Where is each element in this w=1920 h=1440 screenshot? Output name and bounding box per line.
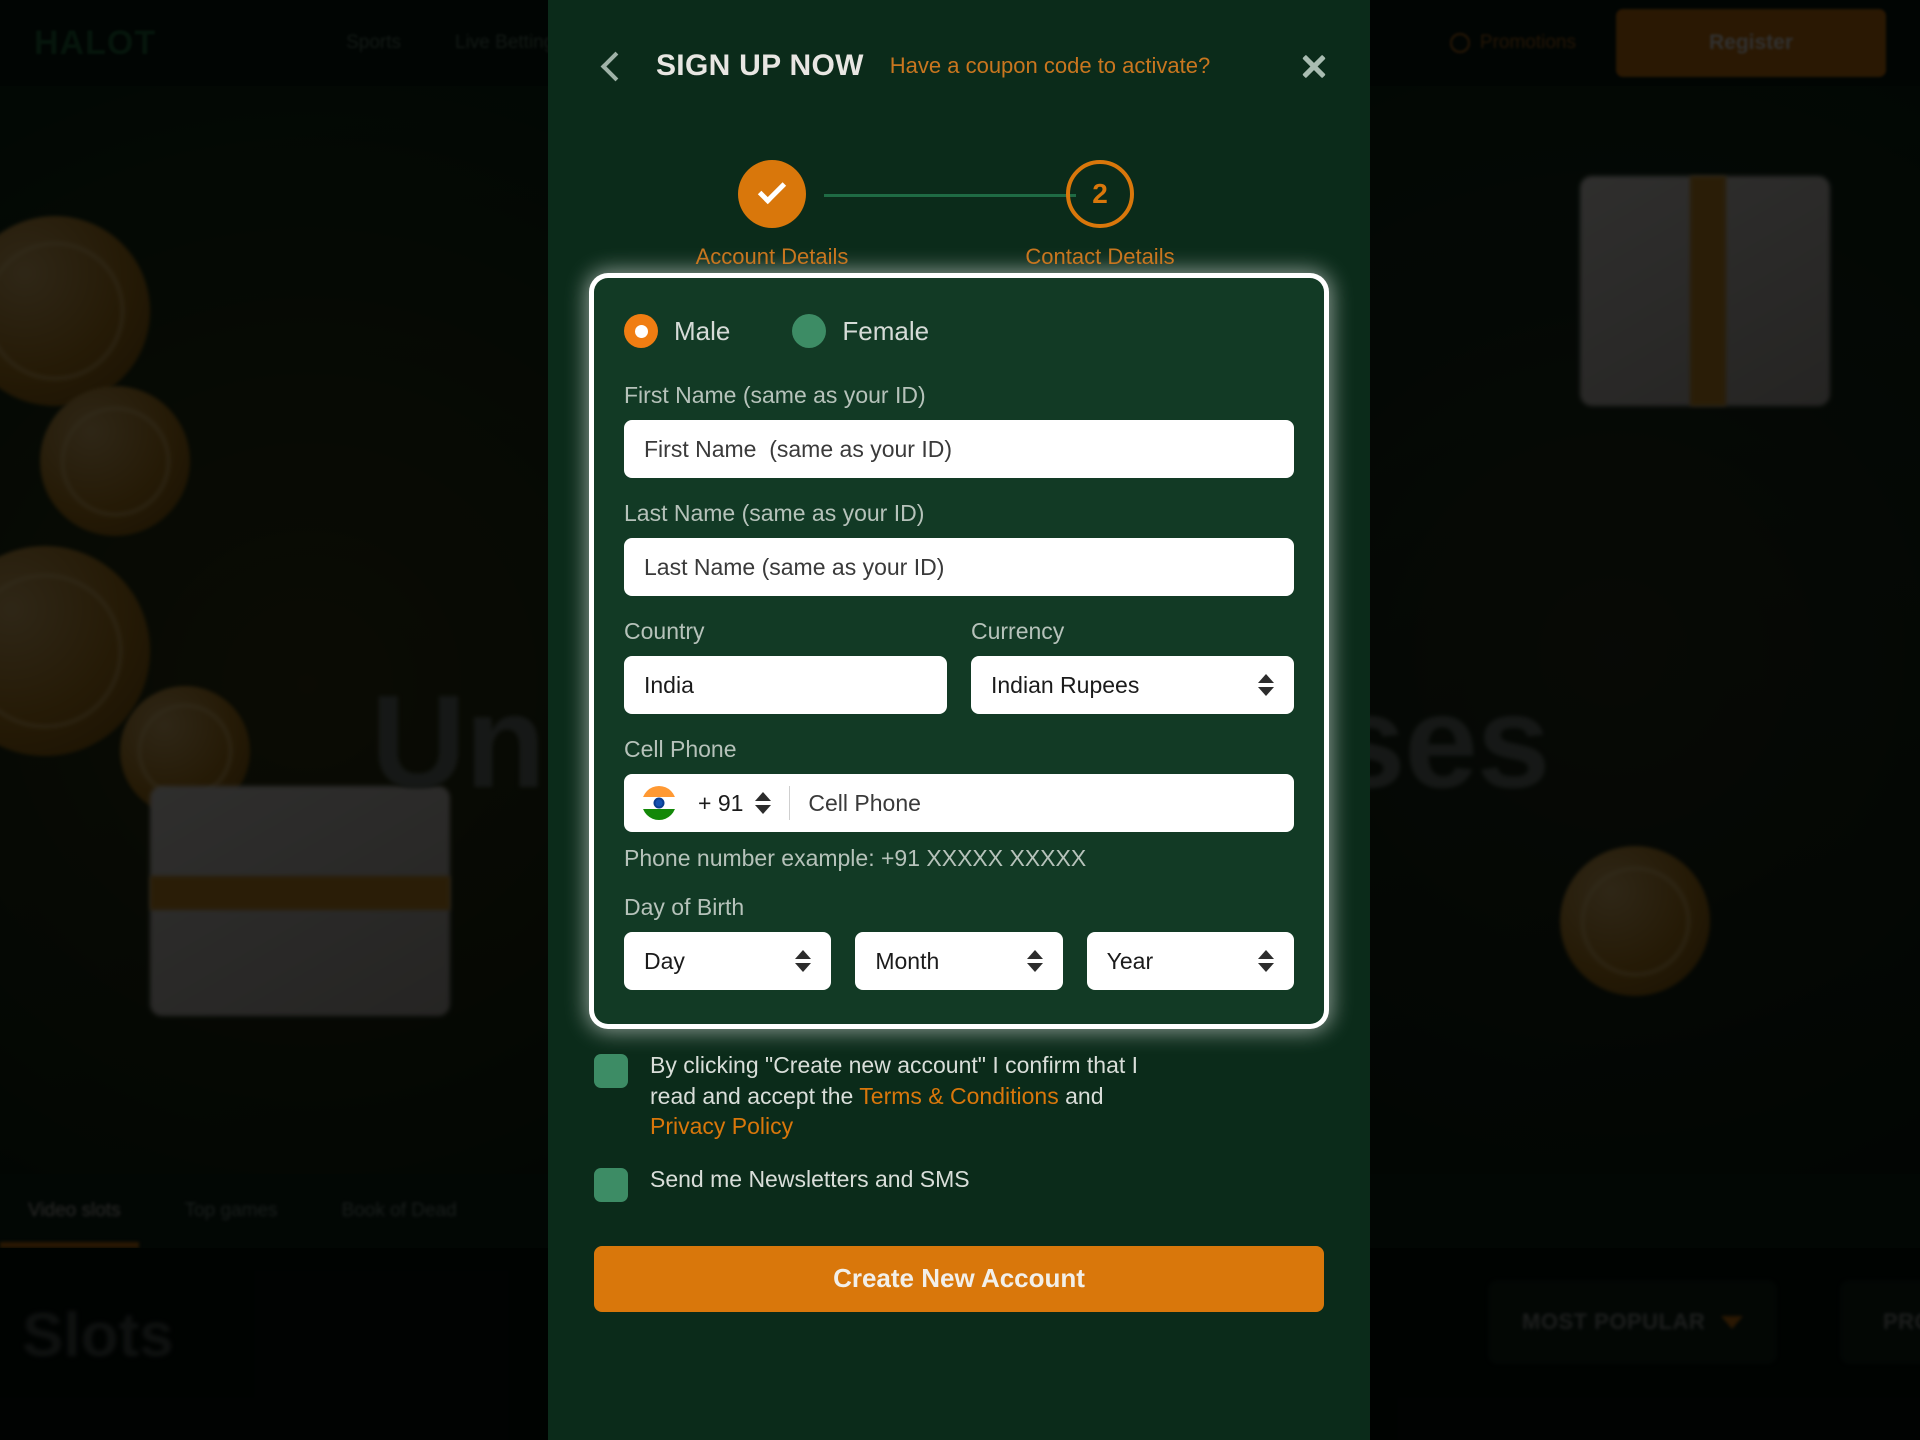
filter-most-popular[interactable]: MOST POPULAR [1488,1280,1778,1364]
first-name-input[interactable] [624,420,1294,478]
cell-phone-field: Cell Phone + 91 Phone number example: +9… [624,736,1294,872]
create-new-account-button[interactable]: Create New Account [594,1245,1324,1312]
game-tab-video-slots[interactable]: Video slots [0,1174,139,1248]
chevron-left-icon[interactable] [594,49,628,83]
first-name-label: First Name (same as your ID) [624,382,926,408]
country-currency-row: Country Currency Indian Rupees [624,618,1294,714]
game-tab-book-of-dead[interactable]: Book of Dead [342,1174,457,1248]
cell-phone-input[interactable] [790,774,1294,832]
stepper-arrows-icon [1257,950,1274,972]
terms-consent-text: By clicking "Create new account" I confi… [650,1050,1150,1142]
currency-label: Currency [971,618,1065,644]
stepper-arrows-icon [795,950,812,972]
cell-phone-input-group: + 91 [624,774,1294,832]
dob-month-select[interactable]: Month [855,932,1063,990]
register-button[interactable]: Register [1616,9,1886,77]
filter-providers-label: PROVIDERS [1882,1309,1920,1334]
submit-section: Create New Account [594,1245,1324,1312]
day-of-birth-field: Day of Birth Day Month Year [624,894,1294,990]
stepper-step-1-circle [738,160,806,228]
gender-option-female[interactable]: Female [792,314,929,348]
consent-terms-row: By clicking "Create new account" I confi… [594,1050,1324,1142]
day-of-birth-label: Day of Birth [624,894,745,920]
first-name-field: First Name (same as your ID) [624,382,1294,478]
currency-select[interactable]: Indian Rupees [971,656,1294,714]
currency-select-value: Indian Rupees [991,671,1140,698]
last-name-field: Last Name (same as your ID) [624,500,1294,596]
stepper-step-account-details[interactable]: Account Details [692,160,852,270]
gender-female-label: Female [842,315,930,346]
dial-code-stepper-icon[interactable] [755,792,772,814]
signup-stepper: Account Details 2 Contact Details [548,132,1370,272]
terms-and-conditions-link[interactable]: Terms & Conditions [859,1083,1058,1109]
day-of-birth-row: Day Month Year [624,932,1294,990]
promotions-label: Promotions [1479,32,1576,53]
country-field: Country [624,618,947,714]
modal-title: SIGN UP NOW [656,49,864,82]
nav-item-sports[interactable]: Sports [346,32,401,54]
terms-text-middle: and [1058,1082,1104,1109]
stepper-step-1-label: Account Details [695,244,849,269]
newsletter-consent-text: Send me Newsletters and SMS [650,1165,970,1192]
country-input[interactable] [624,656,947,714]
nav-item-live-betting[interactable]: Live Betting [455,32,554,54]
cell-phone-label: Cell Phone [624,736,737,762]
gender-radio-group: Male Female [624,314,1294,348]
contact-details-form-panel: Male Female First Name (same as your ID)… [594,278,1324,1024]
stepper-step-2-circle: 2 [1066,160,1134,228]
chevron-down-icon [1721,1315,1744,1329]
india-flag-icon [642,786,676,820]
gender-male-label: Male [674,315,731,346]
filter-most-popular-label: MOST POPULAR [1522,1309,1706,1334]
dob-year-value: Year [1106,947,1154,974]
nav-item-promotions[interactable]: Promotions [1449,32,1576,54]
game-tab-top-games[interactable]: Top games [185,1174,278,1248]
dial-code-value: + 91 [698,789,744,816]
cell-phone-hint: Phone number example: +91 XXXXX XXXXX [624,845,1087,871]
last-name-label: Last Name (same as your ID) [624,500,925,526]
dob-year-select[interactable]: Year [1086,932,1294,990]
radio-female-icon [792,314,827,348]
consent-section: By clicking "Create new account" I confi… [594,1050,1324,1224]
close-icon[interactable] [1294,46,1334,86]
coupon-code-link[interactable]: Have a coupon code to activate? [890,53,1210,79]
country-label: Country [624,618,705,644]
slots-section-title: Slots [22,1301,174,1370]
radio-male-icon [624,314,658,348]
modal-header: SIGN UP NOW Have a coupon code to activa… [548,0,1370,132]
last-name-input[interactable] [624,538,1294,596]
check-icon [757,175,787,205]
promotions-icon [1449,33,1470,53]
newsletter-checkbox[interactable] [594,1167,628,1202]
site-nav: Sports Live Betting [346,32,554,54]
consent-newsletter-row: Send me Newsletters and SMS [594,1164,1324,1202]
filter-providers[interactable]: PROVIDERS [1840,1280,1920,1364]
dob-day-select[interactable]: Day [624,932,832,990]
stepper-arrows-icon [1258,674,1274,696]
dob-day-value: Day [644,947,685,974]
terms-checkbox[interactable] [594,1054,628,1088]
gender-option-male[interactable]: Male [624,314,730,348]
stepper-arrows-icon [1026,950,1043,972]
signup-modal: SIGN UP NOW Have a coupon code to activa… [548,0,1370,1440]
site-logo[interactable]: HALOT [34,24,156,63]
privacy-policy-link[interactable]: Privacy Policy [650,1113,793,1139]
stepper-step-contact-details[interactable]: 2 Contact Details [1020,160,1180,270]
stepper-step-2-label: Contact Details [1025,244,1175,269]
currency-field: Currency Indian Rupees [971,618,1294,714]
dob-month-value: Month [875,947,940,974]
